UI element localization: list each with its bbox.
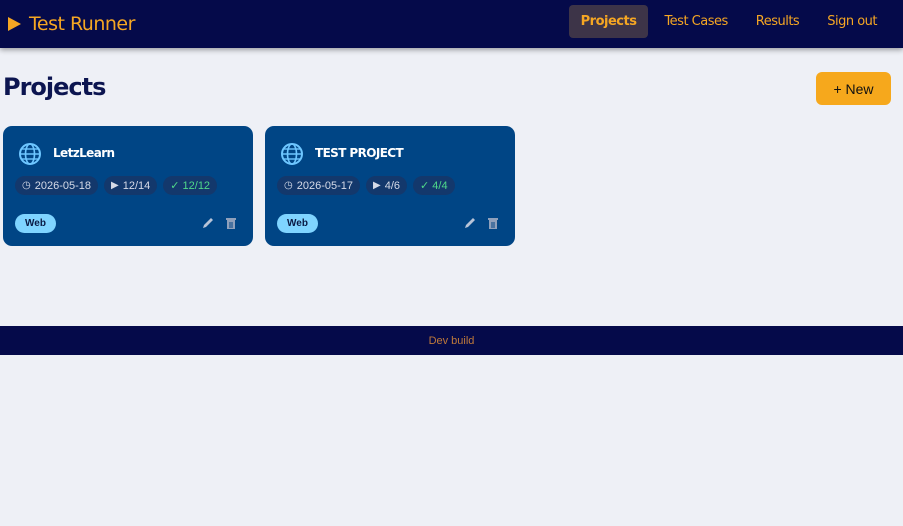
nav-results[interactable]: Results [744,5,811,38]
new-project-button[interactable]: + New [816,72,891,105]
clock-icon: ◷ [22,180,31,191]
top-navbar: Test Runner Projects Test Cases Results … [0,0,903,48]
passed-chip: ✓ 4/4 [413,176,455,195]
runs-value: 12/14 [122,179,151,192]
edit-icon[interactable] [463,216,477,230]
globe-icon [281,143,303,165]
date-value: 2026-05-17 [296,179,354,192]
runs-chip: ▶ 4/6 [366,176,408,195]
runs-value: 4/6 [384,179,401,192]
project-name: LetzLearn [53,146,115,160]
nav-test-cases[interactable]: Test Cases [652,5,739,38]
nav-projects[interactable]: Projects [568,5,649,38]
passed-value: ✓ 12/12 [170,180,211,192]
main-nav: Projects Test Cases Results Sign out [565,5,889,38]
app-title: Test Runner [29,13,135,35]
footer-text: Dev build [428,334,475,347]
edit-icon[interactable] [201,216,215,230]
play-icon [8,17,21,31]
page-title: Projects [3,73,106,101]
date-chip: ◷ 2026-05-17 [277,176,361,195]
play-icon: ▶ [373,180,381,191]
passed-value: ✓ 4/4 [420,180,448,192]
brand[interactable]: Test Runner [8,13,135,35]
passed-chip: ✓ 12/12 [163,176,218,195]
play-icon: ▶ [111,180,119,191]
project-type-badge: Web [277,214,318,233]
trash-icon[interactable] [225,216,237,230]
project-card[interactable]: LetzLearn ◷ 2026-05-18 ▶ 12/14 ✓ 12/12 W… [3,126,253,246]
footer: Dev build [0,326,903,355]
date-value: 2026-05-18 [34,179,92,192]
nav-sign-out[interactable]: Sign out [815,5,889,38]
project-stats: ◷ 2026-05-18 ▶ 12/14 ✓ 12/12 [15,176,223,195]
date-chip: ◷ 2026-05-18 [15,176,99,195]
runs-chip: ▶ 12/14 [104,176,158,195]
globe-icon [19,143,41,165]
project-stats: ◷ 2026-05-17 ▶ 4/6 ✓ 4/4 [277,176,461,195]
project-name: TEST PROJECT [315,146,404,160]
project-type-badge: Web [15,214,56,233]
clock-icon: ◷ [284,180,293,191]
trash-icon[interactable] [487,216,499,230]
project-card[interactable]: TEST PROJECT ◷ 2026-05-17 ▶ 4/6 ✓ 4/4 We… [265,126,515,246]
